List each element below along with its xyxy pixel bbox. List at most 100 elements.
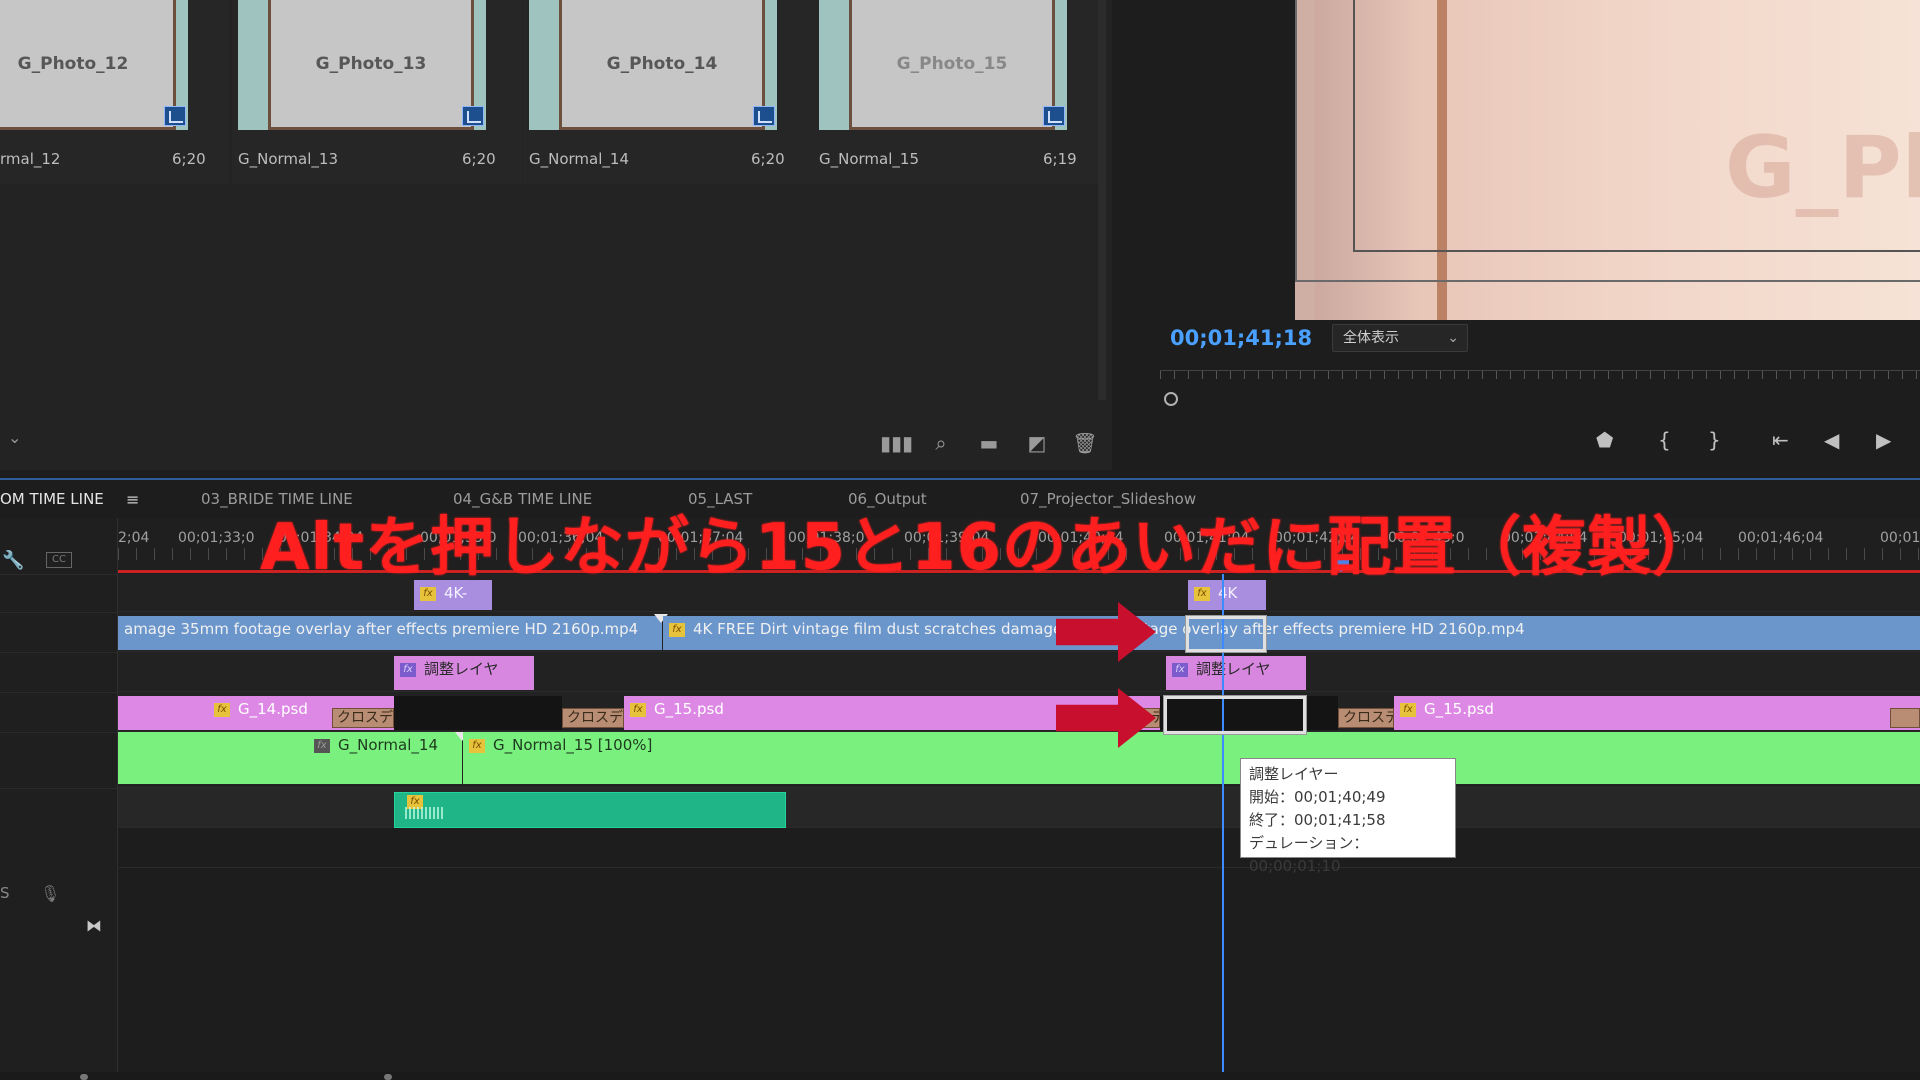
ruler-label: 00;01;33;0 — [178, 530, 255, 546]
bin-item[interactable]: G_Photo_12 rmal_12 6;20 — [0, 0, 230, 184]
microphone-icon[interactable]: 🎙 — [40, 884, 60, 903]
bin-thumbnail[interactable]: G_Photo_13 — [238, 0, 486, 130]
timeline-clip[interactable]: fx G_Normal_15 [100%] — [463, 732, 1920, 784]
bin-item[interactable]: G_Photo_14 G_Normal_14 6;20 — [523, 0, 813, 184]
fx-icon: fx — [1400, 702, 1416, 717]
bin-thumbnail[interactable]: G_Photo_15 — [819, 0, 1067, 130]
timeline-horizontal-scrollbar[interactable] — [0, 1072, 1920, 1080]
transition-clip[interactable]: クロスデ — [332, 708, 394, 728]
fx-icon: fx — [1172, 662, 1188, 677]
timeline-clip[interactable]: amage 35mm footage overlay after effects… — [118, 616, 662, 650]
captions-icon[interactable]: CC — [46, 552, 72, 568]
transition-clip[interactable]: クロスデ — [562, 708, 624, 728]
bin-toolbar: ▮▮▮ ⌕ ▬ ◩ 🗑 — [0, 420, 1112, 468]
clip-label: G_Normal_14 — [338, 736, 438, 754]
monitor-playhead-knob[interactable] — [1164, 392, 1178, 406]
panel-menu-icon[interactable]: ≡ — [126, 490, 139, 509]
timeline-clip[interactable]: fx G_15.psd — [1394, 696, 1920, 730]
timeline-clip[interactable]: fx G_Normal_14 — [118, 732, 462, 784]
mark-in-icon[interactable]: { — [1658, 428, 1671, 452]
tab-om-timeline[interactable]: OM TIME LINE — [0, 490, 104, 508]
thumbnail-image: G_Photo_14 — [559, 0, 765, 130]
ruler-label: 00;01 — [1880, 530, 1920, 546]
transition-clip[interactable]: クロスデ — [1338, 708, 1394, 728]
transition-clip[interactable] — [1890, 708, 1920, 728]
new-item-icon[interactable]: ◩ — [1024, 430, 1050, 456]
track-separator — [0, 652, 118, 653]
timeline-clip[interactable]: fx 調整レイヤ — [394, 656, 534, 690]
thumbnail-image: G_Photo_15 — [849, 0, 1055, 130]
tooltip-duration: デュレーション：00;00;01;10 — [1249, 834, 1369, 875]
fx-icon: fx — [469, 738, 485, 753]
thumbnail-image: G_Photo_13 — [268, 0, 474, 130]
step-back-icon[interactable]: ◀ — [1824, 428, 1839, 452]
clip-label: G_15.psd — [1424, 700, 1494, 718]
selection-outline — [1186, 616, 1266, 652]
audio-clip[interactable]: fx — [394, 792, 786, 828]
trash-icon[interactable]: 🗑 — [1072, 430, 1098, 456]
bin-thumbnail[interactable]: G_Photo_12 — [0, 0, 188, 130]
wrench-icon[interactable]: 🔧 — [2, 550, 24, 571]
fx-icon: fx — [669, 622, 685, 637]
ruler-label: 2;04 — [118, 530, 150, 546]
safe-margin-title — [1353, 0, 1920, 252]
sequence-icon — [1043, 106, 1065, 126]
project-bin-panel: G_Photo_12 rmal_12 6;20 G_Photo_13 G_Nor… — [0, 0, 1112, 470]
track-separator — [0, 612, 118, 613]
thumbnail-image: G_Photo_12 — [0, 0, 176, 130]
track-separator — [0, 574, 118, 575]
play-icon[interactable]: ▶ — [1876, 428, 1891, 452]
fx-icon: fx — [400, 662, 416, 677]
bin-item-name: G_Normal_14 — [529, 150, 629, 168]
track-a1: fx — [118, 788, 1920, 828]
playhead-timecode[interactable]: 00;01;41;18 — [1170, 326, 1312, 350]
track-v3: amage 35mm footage overlay after effects… — [118, 612, 1920, 652]
bin-scrollbar[interactable] — [1098, 0, 1106, 400]
chevron-down-icon: ⌄ — [1447, 330, 1459, 346]
annotation-caption: Altを押しながら15と16のあいだに配置（複製） — [260, 511, 1718, 585]
bin-item-duration: 6;20 — [751, 150, 785, 168]
bin-item-duration: 6;19 — [1043, 150, 1077, 168]
fx-icon: fx — [1194, 586, 1210, 601]
scroll-handle-left[interactable] — [80, 1074, 88, 1080]
bin-thumbnail[interactable]: G_Photo_14 — [529, 0, 777, 130]
track-headers: 🔧 CC S 🎙 ⧓ — [0, 518, 118, 1080]
new-bin-folder-icon[interactable]: ▬ — [976, 430, 1002, 456]
bin-item-name: rmal_12 — [0, 150, 61, 168]
zoom-select-value: 全体表示 — [1343, 330, 1399, 346]
track-separator — [0, 788, 118, 789]
gap[interactable] — [394, 696, 562, 730]
tooltip-title: 調整レイヤー — [1249, 765, 1339, 783]
bin-item[interactable]: G_Photo_15 G_Normal_15 6;19 — [813, 0, 1103, 184]
program-frame: G_Pho — [1295, 0, 1920, 320]
clip-tooltip: 調整レイヤー 開始：00;01;40;49 終了：00;01;41;58 デュレ… — [1240, 758, 1456, 875]
fx-icon: fx — [420, 586, 436, 601]
track-v2: fx 調整レイヤ fx 調整レイヤ — [118, 652, 1920, 692]
clip-label: G_Normal_15 [100%] — [493, 736, 653, 754]
fx-icon: fx — [314, 738, 330, 753]
track-background: fx G_Normal_14 fx G_Normal_15 [100%] — [118, 732, 1920, 788]
go-to-in-icon[interactable]: ⇤ — [1772, 428, 1789, 452]
sequence-icon — [462, 106, 484, 126]
monitor-time-ruler[interactable] — [1160, 370, 1920, 396]
fx-icon: fx — [214, 702, 230, 717]
clip-label: amage 35mm footage overlay after effects… — [124, 620, 639, 638]
track-v1: fxG_14.psd クロスデ クロスデ fxG_15.psd クロスデ クロス… — [118, 692, 1920, 732]
clip-label: G_14.psd — [238, 700, 308, 718]
bin-item[interactable]: G_Photo_13 G_Normal_13 6;20 — [232, 0, 522, 184]
ruler-label: 00;01;46;04 — [1738, 530, 1824, 546]
snap-icon[interactable]: ⧓ — [86, 916, 102, 935]
audio-track-label: S — [0, 884, 10, 902]
track-separator — [0, 732, 118, 733]
timeline-clip-duplicated[interactable]: fx 調整レイヤ — [1166, 656, 1306, 690]
timeline-clip[interactable]: fx 4K FREE Dirt vintage film dust scratch… — [663, 616, 1920, 650]
audio-waveform — [405, 807, 445, 819]
search-icon[interactable]: ⌕ — [928, 430, 954, 456]
add-marker-icon[interactable]: ⬟ — [1596, 428, 1613, 452]
clip-label: 調整レイヤ — [1196, 660, 1271, 678]
scroll-handle-right[interactable] — [384, 1074, 392, 1080]
mark-out-icon[interactable]: } — [1708, 428, 1721, 452]
zoom-select[interactable]: 全体表示 ⌄ — [1332, 324, 1468, 352]
slider-icon[interactable]: ▮▮▮ — [880, 430, 913, 456]
timeline-tracks: fx 4K- fx 4K amage 35mm footage overlay af… — [118, 574, 1920, 1080]
